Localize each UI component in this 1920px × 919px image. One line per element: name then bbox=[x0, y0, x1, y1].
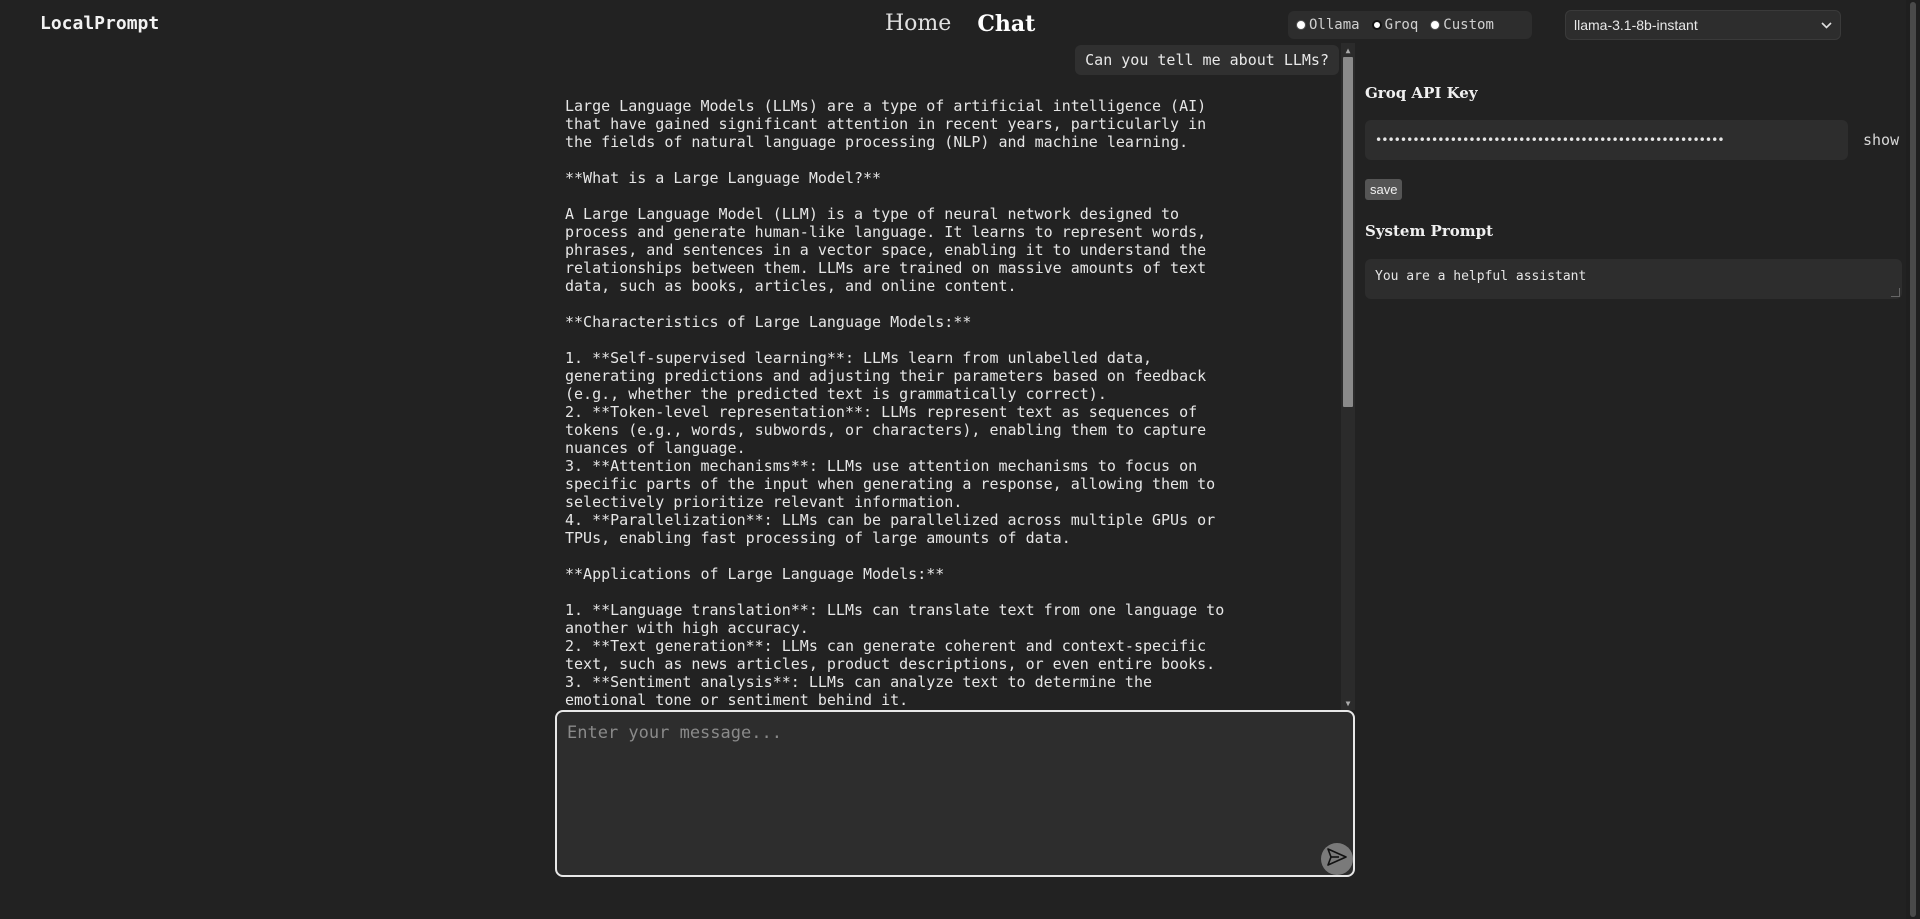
send-icon bbox=[1327, 848, 1347, 870]
provider-label-groq: Groq bbox=[1384, 17, 1419, 33]
api-key-input[interactable]: ••••••••••••••••••••••••••••••••••••••••… bbox=[1365, 120, 1848, 160]
app-brand[interactable]: LocalPrompt bbox=[40, 13, 159, 34]
model-select-value: llama-3.1-8b-instant bbox=[1574, 17, 1698, 33]
provider-label-ollama: Ollama bbox=[1309, 17, 1360, 33]
resize-grip-icon[interactable] bbox=[1891, 288, 1900, 297]
scroll-down-arrow-icon[interactable]: ▼ bbox=[1341, 696, 1355, 710]
nav-home-link[interactable]: Home bbox=[885, 11, 951, 37]
send-button[interactable] bbox=[1321, 843, 1353, 875]
system-prompt-value: You are a helpful assistant bbox=[1375, 269, 1587, 284]
radio-ollama[interactable] bbox=[1296, 20, 1306, 30]
provider-option-ollama[interactable]: Ollama bbox=[1296, 17, 1360, 33]
nav-chat-link[interactable]: Chat bbox=[977, 11, 1035, 37]
page-scroll-thumb[interactable] bbox=[1910, 2, 1916, 917]
radio-groq[interactable] bbox=[1371, 20, 1382, 30]
api-key-label: Groq API Key bbox=[1365, 84, 1478, 102]
message-input-placeholder: Enter your message... bbox=[567, 723, 782, 743]
api-key-row: ••••••••••••••••••••••••••••••••••••••••… bbox=[1365, 120, 1905, 160]
main-nav: Home Chat bbox=[885, 11, 1035, 37]
provider-option-groq[interactable]: Groq bbox=[1371, 17, 1419, 33]
chat-scrollbar[interactable]: ▲ ▼ bbox=[1341, 43, 1355, 710]
system-prompt-label: System Prompt bbox=[1365, 222, 1494, 240]
provider-radio-group: Ollama Groq Custom bbox=[1288, 11, 1532, 39]
provider-option-custom[interactable]: Custom bbox=[1430, 17, 1494, 33]
model-select[interactable]: llama-3.1-8b-instant bbox=[1565, 10, 1841, 40]
page-scrollbar[interactable] bbox=[1906, 0, 1920, 919]
scroll-thumb[interactable] bbox=[1343, 57, 1353, 407]
assistant-message: Large Language Models (LLMs) are a type … bbox=[565, 97, 1225, 709]
user-message-bubble: Can you tell me about LLMs? bbox=[1075, 45, 1339, 75]
message-input[interactable]: Enter your message... bbox=[555, 710, 1355, 877]
chevron-down-icon bbox=[1821, 18, 1832, 32]
system-prompt-textarea[interactable]: You are a helpful assistant bbox=[1365, 259, 1902, 299]
provider-label-custom: Custom bbox=[1443, 17, 1494, 33]
chat-messages: Can you tell me about LLMs? Large Langua… bbox=[555, 43, 1355, 710]
save-button[interactable]: save bbox=[1365, 179, 1403, 200]
scroll-up-arrow-icon[interactable]: ▲ bbox=[1341, 43, 1355, 57]
radio-custom[interactable] bbox=[1430, 20, 1441, 30]
show-api-key-toggle[interactable]: show bbox=[1863, 131, 1899, 149]
